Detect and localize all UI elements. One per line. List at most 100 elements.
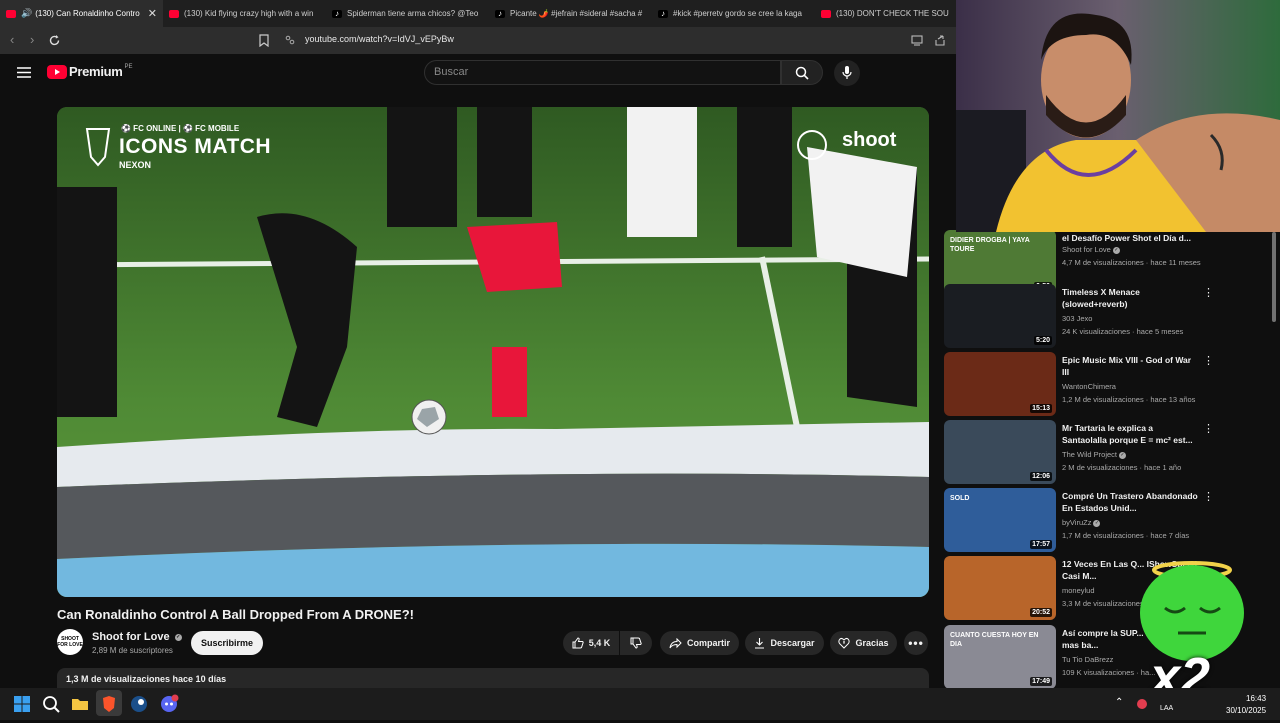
recommendation-item[interactable]: 15:13 Epic Music Mix VIII - God of War II… bbox=[944, 352, 1224, 416]
recommendation-meta: 1,2 M de visualizaciones · hace 13 años bbox=[1062, 395, 1196, 404]
forward-icon[interactable]: › bbox=[30, 32, 34, 47]
subscriber-count: 2,89 M de suscriptores bbox=[92, 646, 173, 655]
like-button[interactable]: 5,4 K bbox=[563, 631, 619, 655]
recommendation-item[interactable]: 5:20 Timeless X Menace (slowed+reverb) 303… bbox=[944, 284, 1224, 348]
recommendation-title[interactable]: Mr Tartaria le explica a Santaolalla por… bbox=[1062, 422, 1198, 446]
share-icon bbox=[669, 637, 682, 648]
browser-tab[interactable]: ♪ Spiderman tiene arma chicos? @Teo bbox=[326, 0, 489, 27]
recommendation-item[interactable]: SOLD 17:57 Compré Un Trastero Abandonado E… bbox=[944, 488, 1224, 552]
recommendation-title[interactable]: Compré Un Trastero Abandonado En Estados… bbox=[1062, 490, 1198, 514]
tab-title: (130) Kid flying crazy high with a win bbox=[184, 9, 314, 18]
channel-name[interactable]: Shoot for Love ✓ bbox=[92, 631, 182, 643]
recommendation-item[interactable]: 12:06 Mr Tartaria le explica a Santaolall… bbox=[944, 420, 1224, 484]
youtube-logo[interactable]: Premium PE bbox=[47, 64, 133, 79]
video-thumbnail[interactable]: 12:06 bbox=[944, 420, 1056, 484]
browser-tab[interactable]: (130) Kid flying crazy high with a win bbox=[163, 0, 326, 27]
download-button[interactable]: Descargar bbox=[745, 631, 824, 655]
recommendation-title[interactable]: Epic Music Mix VIII - God of War III bbox=[1062, 354, 1198, 378]
url-text[interactable]: youtube.com/watch?v=IdVJ_vEPyBw bbox=[305, 34, 454, 44]
keyboard-language[interactable]: LAA bbox=[1160, 705, 1173, 712]
cast-icon[interactable] bbox=[911, 35, 923, 46]
share-page-icon[interactable] bbox=[934, 35, 946, 46]
steam-icon[interactable] bbox=[129, 694, 149, 714]
youtube-icon bbox=[821, 9, 831, 18]
video-duration: 15:13 bbox=[1030, 404, 1052, 413]
more-horizontal-icon: ••• bbox=[908, 636, 924, 650]
recommendation-channel[interactable]: The Wild Project ✓ bbox=[1062, 450, 1127, 459]
recommendation-channel[interactable]: byViruZz ✓ bbox=[1062, 518, 1101, 527]
video-player[interactable]: ⚽ FC ONLINE | ⚽ FC MOBILE ICONS MATCH NE… bbox=[57, 107, 929, 597]
recommendation-channel-text: WantonChimera bbox=[1062, 382, 1116, 391]
tab-title: (130) Can Ronaldinho Contro bbox=[35, 9, 140, 18]
reload-icon[interactable] bbox=[48, 34, 61, 47]
search-button[interactable] bbox=[781, 60, 823, 85]
video-thumbnail[interactable]: 5:20 bbox=[944, 284, 1056, 348]
share-button[interactable]: Compartir bbox=[660, 631, 739, 655]
share-label: Compartir bbox=[686, 638, 730, 648]
verified-icon: ✓ bbox=[1093, 519, 1101, 527]
site-settings-icon[interactable] bbox=[285, 35, 295, 45]
thumbnail-text: DIDIER DROGBA | YAYA TOURE bbox=[950, 237, 1030, 253]
video-thumbnail[interactable]: 15:13 bbox=[944, 352, 1056, 416]
search-input[interactable] bbox=[424, 60, 781, 85]
menu-icon[interactable] bbox=[17, 67, 31, 78]
more-vertical-icon[interactable]: ⋮ bbox=[1203, 422, 1214, 435]
back-icon[interactable]: ‹ bbox=[10, 32, 14, 47]
browser-tab[interactable]: ♪ #kick #perretv gordo se cree la kaga bbox=[652, 0, 815, 27]
recommendation-channel[interactable]: 303 Jexo bbox=[1062, 314, 1092, 323]
speaker-icon[interactable]: 🔊 bbox=[21, 8, 32, 19]
dislike-button[interactable] bbox=[620, 631, 652, 655]
video-frame bbox=[57, 107, 929, 597]
more-vertical-icon[interactable]: ⋮ bbox=[1203, 286, 1214, 299]
video-overlay-title: ICONS MATCH bbox=[119, 135, 272, 158]
tray-app-icon[interactable] bbox=[1136, 698, 1148, 710]
video-overlay-right: shoot bbox=[842, 129, 897, 151]
clock-date[interactable]: 30/10/2025 bbox=[1226, 706, 1266, 715]
windows-start-icon[interactable] bbox=[12, 694, 32, 714]
channel-name-text: Shoot for Love bbox=[92, 631, 170, 643]
bookmark-icon[interactable] bbox=[259, 34, 269, 47]
tab-title: Picante 🌶️ #jefrain #sideral #sacha # bbox=[510, 9, 643, 18]
more-vertical-icon[interactable]: ⋮ bbox=[1203, 354, 1214, 367]
video-thumbnail[interactable]: 20:52 bbox=[944, 556, 1056, 620]
video-overlay-brand: ⚽ FC ONLINE | ⚽ FC MOBILE bbox=[121, 124, 240, 133]
tab-title: (130) DON'T CHECK THE SOUND bbox=[836, 9, 949, 18]
recommendation-title[interactable]: el Desafío Power Shot el Día d... bbox=[1062, 232, 1198, 244]
recommendation-meta: 2 M de visualizaciones · hace 1 año bbox=[1062, 463, 1182, 472]
verified-icon: ✓ bbox=[1112, 246, 1120, 254]
channel-avatar[interactable]: SHOOT FOR LOVE bbox=[57, 629, 83, 655]
sidebar-scrollbar[interactable] bbox=[1272, 232, 1276, 322]
browser-tab[interactable]: ♪ Picante 🌶️ #jefrain #sideral #sacha # bbox=[489, 0, 652, 27]
thanks-button[interactable]: Gracias bbox=[830, 631, 897, 655]
video-duration: 12:06 bbox=[1030, 472, 1052, 481]
subscribe-button[interactable]: Suscribirme bbox=[191, 631, 263, 655]
recommendation-channel[interactable]: WantonChimera bbox=[1062, 382, 1116, 391]
clock-time[interactable]: 16:43 bbox=[1246, 694, 1266, 703]
video-thumbnail[interactable]: SOLD 17:57 bbox=[944, 488, 1056, 552]
logo-region: PE bbox=[124, 63, 133, 70]
recommendation-meta: 24 K visualizaciones · hace 5 meses bbox=[1062, 327, 1184, 336]
taskbar-search-icon[interactable] bbox=[41, 694, 61, 714]
more-actions-button[interactable]: ••• bbox=[904, 631, 928, 655]
recommendation-title[interactable]: Timeless X Menace (slowed+reverb) bbox=[1062, 286, 1198, 310]
tab-title: Spiderman tiene arma chicos? @Teo bbox=[347, 9, 479, 18]
tiktok-icon: ♪ bbox=[658, 9, 668, 18]
youtube-play-logo-icon bbox=[47, 64, 67, 79]
video-thumbnail[interactable]: CUANTO CUESTA HOY EN DIA 17:49 bbox=[944, 625, 1056, 689]
recommendation-channel[interactable]: moneylud bbox=[1062, 586, 1095, 595]
tray-chevron-up-icon[interactable]: ⌃ bbox=[1115, 697, 1123, 708]
recommendation-channel[interactable]: Tu Tio DaBrezz bbox=[1062, 655, 1113, 664]
video-overlay-sub: NEXON bbox=[119, 160, 152, 170]
browser-tab[interactable]: (130) DON'T CHECK THE SOUND bbox=[815, 0, 955, 27]
brave-browser-icon[interactable] bbox=[99, 694, 119, 714]
close-icon[interactable]: ✕ bbox=[148, 7, 157, 20]
discord-icon[interactable] bbox=[159, 694, 179, 714]
recommendation-channel[interactable]: Shoot for Love ✓ bbox=[1062, 245, 1120, 254]
thanks-heart-icon bbox=[838, 637, 851, 649]
microphone-icon bbox=[842, 66, 852, 79]
file-explorer-icon[interactable] bbox=[70, 694, 90, 714]
browser-tab[interactable]: 🔊 (130) Can Ronaldinho Contro ✕ bbox=[0, 0, 163, 27]
more-vertical-icon[interactable]: ⋮ bbox=[1203, 490, 1214, 503]
voice-search-button[interactable] bbox=[834, 60, 860, 86]
video-duration: 17:49 bbox=[1030, 677, 1052, 686]
